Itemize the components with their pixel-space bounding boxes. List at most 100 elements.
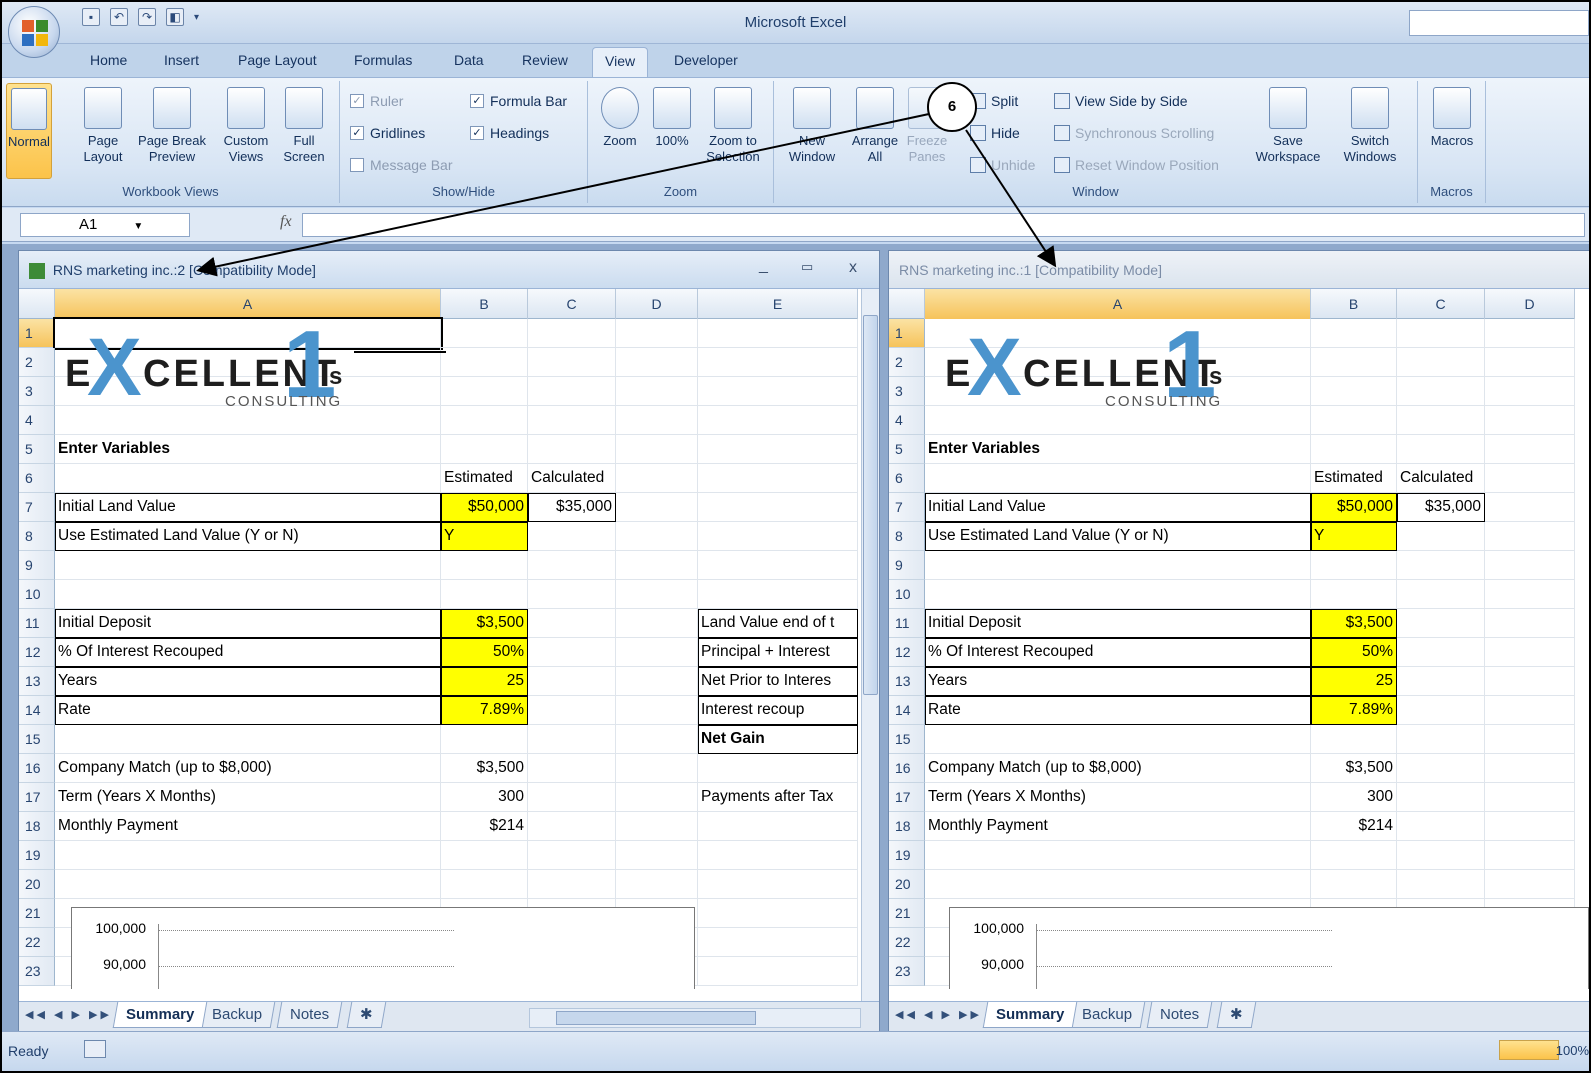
message-bar-checkbox[interactable]: Message Bar <box>350 157 452 173</box>
cell-b6[interactable]: Estimated <box>441 464 528 493</box>
chart[interactable]: 100,00090,00080,000 <box>71 907 695 989</box>
cell-e14[interactable]: Interest recoup <box>698 696 858 725</box>
column-header-b[interactable]: B <box>1311 289 1397 319</box>
column-header-a[interactable]: A <box>925 289 1311 319</box>
office-button[interactable] <box>8 6 60 58</box>
row-header[interactable]: 3 <box>19 377 55 406</box>
cell-a18[interactable]: Monthly Payment <box>55 812 441 841</box>
cell-b8[interactable]: Y <box>441 522 528 551</box>
cell-c13[interactable] <box>528 667 616 696</box>
cell-d13[interactable] <box>616 667 698 696</box>
reset-window-position-button[interactable]: Reset Window Position <box>1054 157 1219 173</box>
full-screen-button[interactable]: Full Screen <box>278 87 330 165</box>
cell-c8[interactable] <box>528 522 616 551</box>
spreadsheet-grid[interactable]: A B C D 1 2 3 4 5 Enter Variables 6 Estimated Calcul… <box>889 289 1589 989</box>
cell-b5[interactable] <box>1311 435 1397 464</box>
cell-d17[interactable] <box>1485 783 1575 812</box>
chart[interactable]: 100,00090,00080,000 <box>949 907 1589 989</box>
row-header[interactable]: 6 <box>889 464 925 493</box>
cell-e22[interactable] <box>698 928 858 957</box>
cell-d20[interactable] <box>1485 870 1575 899</box>
column-header-a[interactable]: A <box>55 289 441 319</box>
cell-d1[interactable] <box>616 319 698 348</box>
cell-b7[interactable]: $50,000 <box>1311 493 1397 522</box>
formula-bar-checkbox[interactable]: ✓ Formula Bar <box>470 93 567 109</box>
cell-b2[interactable] <box>1311 348 1397 377</box>
cell-d14[interactable] <box>1485 696 1575 725</box>
cell-a8[interactable]: Use Estimated Land Value (Y or N) <box>925 522 1311 551</box>
cell-d6[interactable] <box>1485 464 1575 493</box>
sheet-tab-notes[interactable]: Notes <box>276 1002 343 1028</box>
cell-d18[interactable] <box>616 812 698 841</box>
cell-a12[interactable]: % Of Interest Recouped <box>55 638 441 667</box>
row-header[interactable]: 20 <box>19 870 55 899</box>
cell-b17[interactable]: 300 <box>441 783 528 812</box>
cell-a14[interactable]: Rate <box>925 696 1311 725</box>
cell-a19[interactable] <box>55 841 441 870</box>
normal-view-button[interactable]: Normal <box>6 83 52 179</box>
cell-c20[interactable] <box>528 870 616 899</box>
unhide-button[interactable]: Unhide <box>970 157 1035 173</box>
cell-c19[interactable] <box>1397 841 1485 870</box>
cell-b19[interactable] <box>1311 841 1397 870</box>
tab-view[interactable]: View <box>592 47 649 79</box>
row-header[interactable]: 1 <box>19 319 55 348</box>
cell-d12[interactable] <box>616 638 698 667</box>
cell-c4[interactable] <box>528 406 616 435</box>
row-header[interactable]: 8 <box>889 522 925 551</box>
cell-c9[interactable] <box>528 551 616 580</box>
cell-c15[interactable] <box>1397 725 1485 754</box>
cell-a9[interactable] <box>925 551 1311 580</box>
spreadsheet-grid[interactable]: A B C D E 1 2 3 4 5 Enter Variables 6 Estimated Calcu… <box>19 289 861 989</box>
row-header[interactable]: 12 <box>19 638 55 667</box>
cell-d8[interactable] <box>1485 522 1575 551</box>
cell-e9[interactable] <box>698 551 858 580</box>
row-header[interactable]: 22 <box>19 928 55 957</box>
cell-d1[interactable] <box>1485 319 1575 348</box>
cell-d2[interactable] <box>1485 348 1575 377</box>
tab-home[interactable]: Home <box>90 52 127 68</box>
cell-b18[interactable]: $214 <box>1311 812 1397 841</box>
row-header[interactable]: 3 <box>889 377 925 406</box>
row-header[interactable]: 13 <box>19 667 55 696</box>
cell-e18[interactable] <box>698 812 858 841</box>
cell-b16[interactable]: $3,500 <box>441 754 528 783</box>
cell-e15[interactable]: Net Gain <box>698 725 858 754</box>
cell-d6[interactable] <box>616 464 698 493</box>
cell-d19[interactable] <box>1485 841 1575 870</box>
row-header[interactable]: 20 <box>889 870 925 899</box>
cell-b10[interactable] <box>441 580 528 609</box>
row-header[interactable]: 4 <box>19 406 55 435</box>
cell-d11[interactable] <box>616 609 698 638</box>
row-header[interactable]: 23 <box>19 957 55 986</box>
column-header-b[interactable]: B <box>441 289 528 319</box>
page-break-preview-button[interactable]: Page Break Preview <box>132 87 212 165</box>
row-header[interactable]: 5 <box>889 435 925 464</box>
cell-b4[interactable] <box>441 406 528 435</box>
insert-sheet-tab[interactable]: ✱ <box>1216 1002 1256 1028</box>
cell-b11[interactable]: $3,500 <box>1311 609 1397 638</box>
select-all-corner[interactable] <box>889 289 925 319</box>
cell-d9[interactable] <box>616 551 698 580</box>
cell-c7[interactable]: $35,000 <box>528 493 616 522</box>
cell-a7[interactable]: Initial Land Value <box>55 493 441 522</box>
sheet-tab-backup[interactable]: Backup <box>198 1002 276 1028</box>
switch-windows-button[interactable]: Switch Windows <box>1330 87 1410 165</box>
row-header[interactable]: 19 <box>889 841 925 870</box>
cell-b5[interactable] <box>441 435 528 464</box>
cell-d10[interactable] <box>616 580 698 609</box>
cell-c3[interactable] <box>528 377 616 406</box>
row-header[interactable]: 17 <box>889 783 925 812</box>
cell-d19[interactable] <box>616 841 698 870</box>
row-header[interactable]: 6 <box>19 464 55 493</box>
cell-e16[interactable] <box>698 754 858 783</box>
cell-e5[interactable] <box>698 435 858 464</box>
cell-c17[interactable] <box>528 783 616 812</box>
cell-c11[interactable] <box>1397 609 1485 638</box>
row-header[interactable]: 18 <box>889 812 925 841</box>
row-header[interactable]: 16 <box>19 754 55 783</box>
cell-a18[interactable]: Monthly Payment <box>925 812 1311 841</box>
cell-a10[interactable] <box>55 580 441 609</box>
cell-a7[interactable]: Initial Land Value <box>925 493 1311 522</box>
cell-c14[interactable] <box>528 696 616 725</box>
